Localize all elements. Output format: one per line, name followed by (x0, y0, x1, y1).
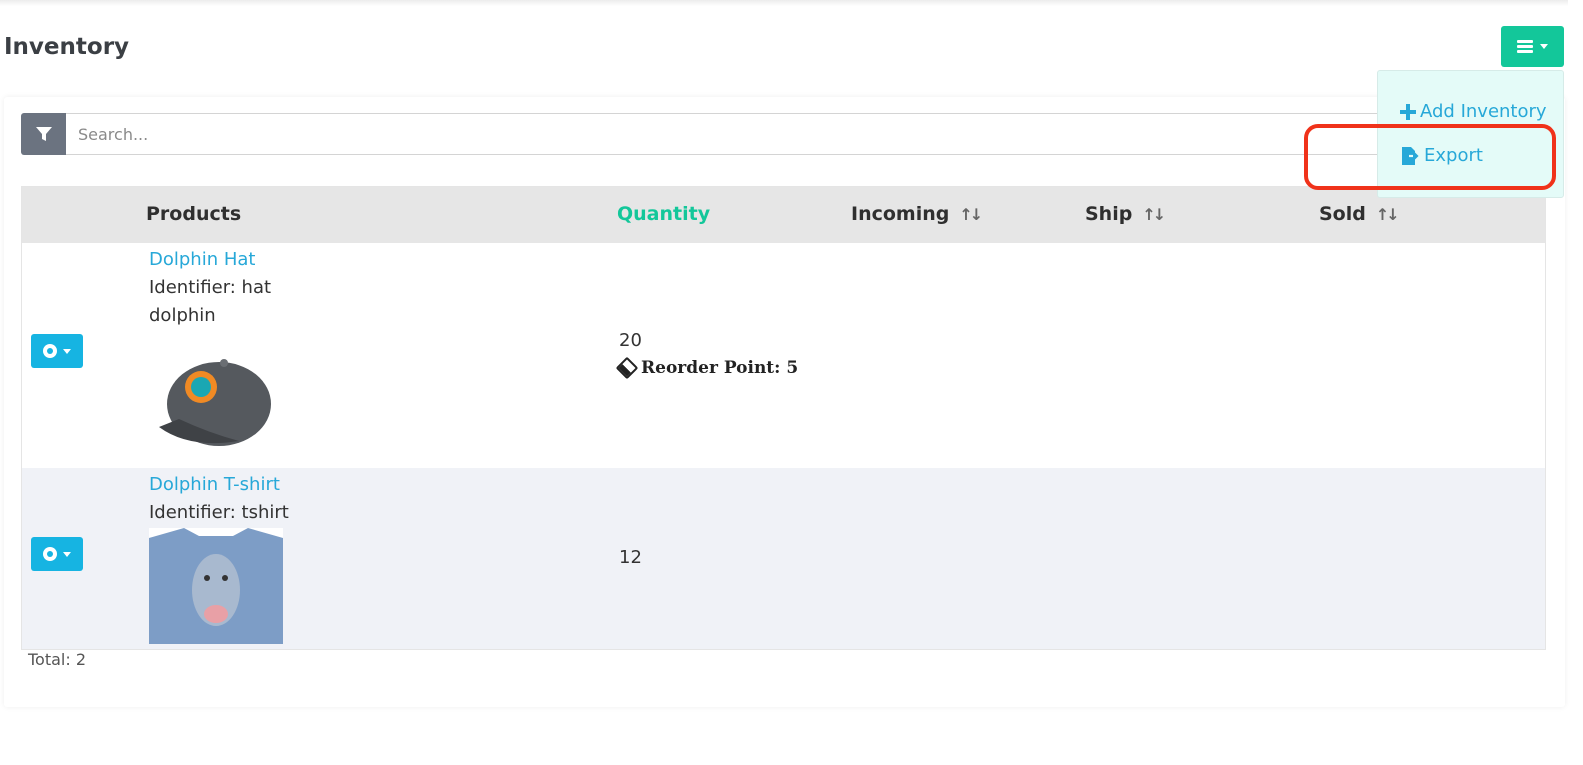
fill-drip-icon (615, 356, 639, 380)
sort-icon: ↑↓ (1142, 204, 1166, 224)
header-ship[interactable]: Ship ↑↓ (1085, 203, 1166, 225)
caret-down-icon (63, 348, 71, 354)
row-actions-button[interactable] (31, 334, 83, 368)
table-header: Products Quantity Incoming ↑↓ Ship ↑↓ Sold… (22, 187, 1545, 243)
product-info: Dolphin Hat Identifier: hat dolphin (149, 246, 271, 330)
quantity-value: 12 (619, 547, 642, 568)
hamburger-menu-button[interactable] (1501, 26, 1564, 67)
sort-icon: ↑↓ (1375, 204, 1400, 224)
header-products[interactable]: Products (146, 203, 241, 225)
quantity-value: 20 (619, 330, 642, 351)
filter-button[interactable] (21, 113, 66, 155)
row-actions-button[interactable] (31, 537, 83, 571)
product-identifier: Identifier: tshirt (149, 502, 289, 523)
table-row: Dolphin Hat Identifier: hat dolphin 20 R… (22, 243, 1545, 468)
caret-down-icon (63, 551, 71, 557)
gear-icon (43, 547, 57, 561)
reorder-point: Reorder Point: 5 (615, 356, 798, 380)
product-info: Dolphin T-shirt Identifier: tshirt (149, 471, 289, 527)
gear-icon (43, 344, 57, 358)
header-sold[interactable]: Sold ↑↓ (1319, 203, 1400, 225)
add-inventory-menu-item[interactable]: Add Inventory (1400, 101, 1547, 122)
tshirt-image (149, 528, 283, 644)
highlight-annotation (1304, 124, 1556, 190)
header-quantity[interactable]: Quantity (617, 203, 710, 225)
page-title: Inventory (4, 34, 130, 60)
product-identifier: Identifier: hat (149, 277, 272, 298)
product-name-link[interactable]: Dolphin T-shirt (149, 471, 289, 499)
hamburger-icon (1517, 40, 1533, 53)
search-input[interactable] (66, 113, 1381, 155)
caret-down-icon (1540, 44, 1548, 49)
product-identifier-cont: dolphin (149, 305, 216, 326)
topbar-shadow (0, 0, 1568, 6)
filter-icon (35, 127, 52, 141)
sort-icon: ↑↓ (959, 204, 983, 224)
header-incoming[interactable]: Incoming ↑↓ (851, 203, 983, 225)
total-count: Total: 2 (28, 650, 87, 669)
hat-image (159, 359, 271, 446)
inventory-table: Products Quantity Incoming ↑↓ Ship ↑↓ Sold… (21, 186, 1546, 650)
product-name-link[interactable]: Dolphin Hat (149, 246, 271, 274)
plus-icon (1400, 103, 1416, 120)
table-row: Dolphin T-shirt Identifier: tshirt 12 (22, 468, 1545, 649)
